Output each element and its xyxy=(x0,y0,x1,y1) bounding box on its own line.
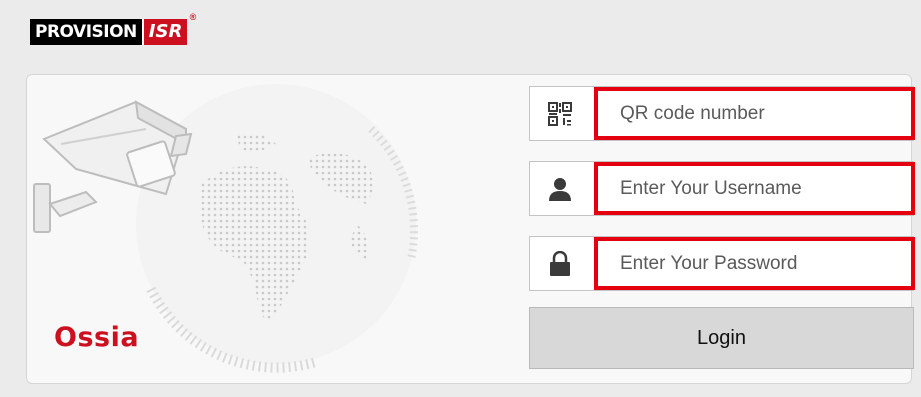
brand-name: Ossia xyxy=(54,322,140,353)
provision-isr-logo: PROVISION ISR ® xyxy=(30,12,196,46)
logo-isr-text: ISR xyxy=(141,19,188,45)
login-button[interactable]: Login xyxy=(529,307,914,369)
user-icon-box xyxy=(530,162,590,215)
qr-input-highlight xyxy=(594,87,915,140)
qr-icon-box xyxy=(530,87,590,140)
lock-icon xyxy=(550,250,570,276)
password-input-highlight xyxy=(594,237,915,290)
password-field xyxy=(529,236,915,291)
username-input[interactable] xyxy=(598,166,911,211)
qr-code-icon xyxy=(548,101,572,126)
password-input[interactable] xyxy=(598,241,911,286)
qr-code-input[interactable] xyxy=(598,91,911,136)
username-field xyxy=(529,161,915,216)
logo-provision-text: PROVISION xyxy=(30,19,142,45)
user-icon xyxy=(549,177,571,201)
username-input-highlight xyxy=(594,162,915,215)
logo-registered-mark: ® xyxy=(189,12,197,22)
lock-icon-box xyxy=(530,237,590,290)
qr-code-field xyxy=(529,86,915,141)
